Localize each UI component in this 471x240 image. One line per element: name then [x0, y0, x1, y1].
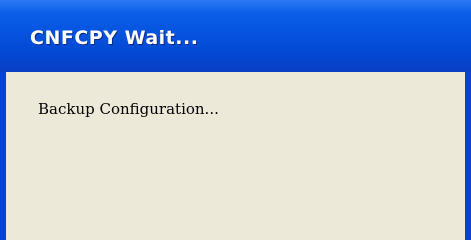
wait-dialog: CNFCPY Wait... Backup Configuration...: [0, 0, 471, 240]
dialog-title: CNFCPY Wait...: [30, 27, 199, 49]
dialog-body: [6, 72, 465, 240]
dialog-titlebar[interactable]: CNFCPY Wait...: [0, 0, 471, 72]
status-message: Backup Configuration...: [38, 100, 219, 118]
